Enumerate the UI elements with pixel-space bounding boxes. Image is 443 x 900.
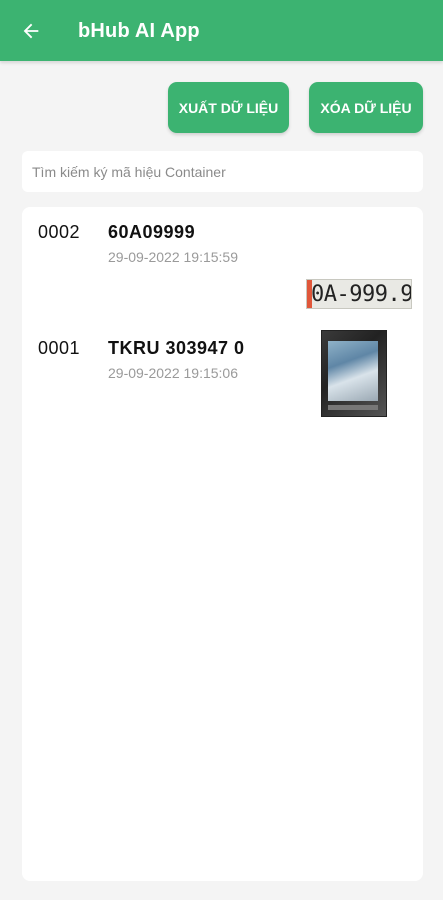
record-code: 60A09999 (108, 222, 196, 242)
license-plate-thumbnail[interactable]: 60A-999.99 (306, 279, 412, 309)
record-code: TKRU 303947 0 (108, 338, 245, 358)
records-list: 0002 60A09999 29-09-2022 19:15:59 60A-99… (22, 207, 423, 881)
app-title: bHub AI App (78, 20, 200, 42)
list-item[interactable]: 0001 TKRU 303947 0 29-09-2022 19:15:06 (22, 330, 423, 443)
search-input[interactable] (22, 151, 423, 192)
delete-data-button[interactable]: XÓA DỮ LIỆU (309, 82, 423, 133)
back-button[interactable] (14, 14, 48, 48)
plate-text: 60A-999.99 (307, 281, 412, 307)
record-timestamp: 29-09-2022 19:15:06 (108, 365, 238, 381)
plate-stripe (307, 280, 312, 308)
record-id: 0001 (38, 338, 81, 358)
list-item[interactable]: 0002 60A09999 29-09-2022 19:15:59 60A-99… (22, 217, 423, 327)
record-id: 0002 (38, 222, 81, 242)
photo-detail (328, 405, 378, 410)
container-photo-thumbnail[interactable] (321, 330, 387, 417)
photo-content (328, 341, 378, 401)
arrow-left-icon (23, 23, 39, 39)
app-bar: bHub AI App (0, 0, 443, 61)
export-data-button[interactable]: XUẤT DỮ LIỆU (168, 82, 289, 133)
record-timestamp: 29-09-2022 19:15:59 (108, 249, 238, 265)
